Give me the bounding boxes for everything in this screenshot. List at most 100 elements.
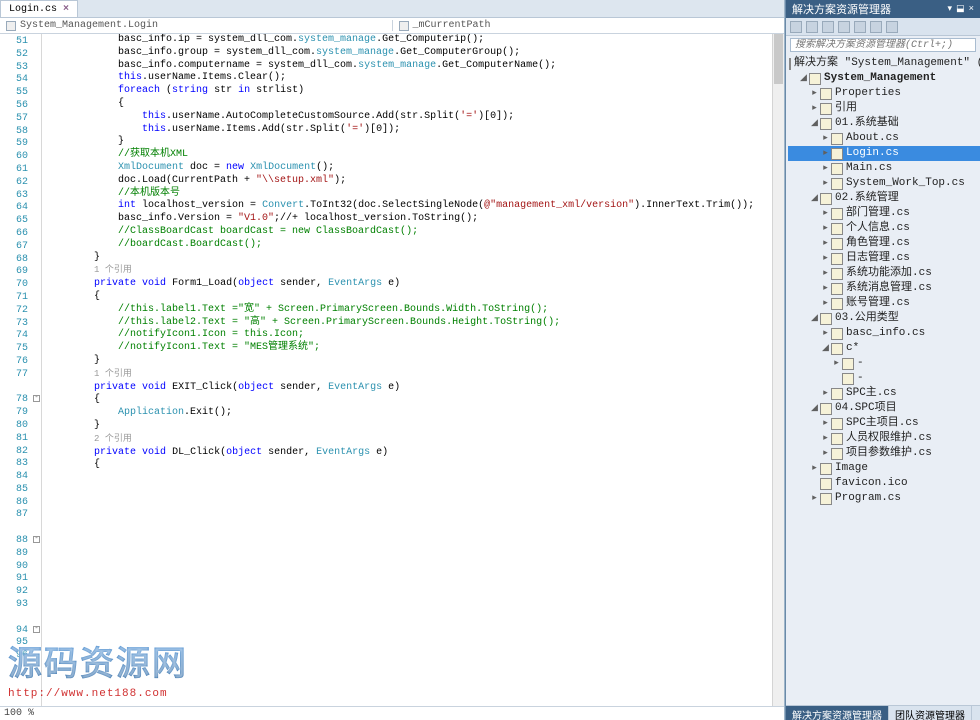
caret-icon[interactable]: ▸ [810, 491, 819, 506]
caret-icon[interactable]: ▸ [821, 281, 830, 296]
caret-icon[interactable]: ▸ [821, 131, 830, 146]
tree-node[interactable]: ▸ Image [788, 461, 980, 476]
tree-node[interactable]: ▸引用 [788, 101, 980, 116]
tree-node[interactable]: ▸ Properties [788, 86, 980, 101]
vertical-scrollbar[interactable] [772, 34, 784, 706]
form-icon [831, 208, 843, 220]
caret-icon[interactable]: ◢ [799, 71, 808, 86]
home-icon[interactable] [790, 21, 802, 33]
tree-node[interactable]: ◢System_Management [788, 71, 980, 86]
folder-open-icon [820, 403, 832, 415]
editor-statusbar: 100 % [0, 706, 784, 720]
nav-member-dropdown[interactable]: _mCurrentPath [393, 20, 785, 31]
tree-node[interactable]: ▸项目参数维护.cs [788, 446, 980, 461]
tree-node[interactable]: ▸日志管理.cs [788, 251, 980, 266]
tree-label: Main.cs [846, 161, 892, 176]
panel-pin-icon[interactable]: ⬓ [956, 4, 965, 14]
caret-icon[interactable]: ▸ [821, 206, 830, 221]
tree-label: Login.cs [846, 146, 899, 161]
tab-team-explorer[interactable]: 团队资源管理器 [889, 706, 972, 720]
caret-icon[interactable]: ▸ [810, 101, 819, 116]
form-icon [831, 148, 843, 160]
tree-node[interactable]: ▸角色管理.cs [788, 236, 980, 251]
line-number-gutter: 5152535455565758596061626364656667686970… [0, 34, 32, 706]
tree-node[interactable]: ◢04.SPC项目 [788, 401, 980, 416]
tree-node[interactable]: ▸Program.cs [788, 491, 980, 506]
tree-node[interactable]: ▸basc_info.cs [788, 326, 980, 341]
caret-icon[interactable]: ▸ [821, 416, 830, 431]
tree-label: System_Work_Top.cs [846, 176, 965, 191]
caret-icon[interactable]: ◢ [810, 401, 819, 416]
caret-icon[interactable]: ▸ [821, 446, 830, 461]
caret-icon[interactable]: ◢ [810, 311, 819, 326]
tree-node[interactable]: favicon.ico [788, 476, 980, 491]
caret-icon[interactable]: ▸ [821, 386, 830, 401]
nav-scope-dropdown[interactable]: System_Management.Login [0, 20, 393, 31]
tree-node[interactable]: ▸SPC主项目.cs [788, 416, 980, 431]
tree-node[interactable]: ▸部门管理.cs [788, 206, 980, 221]
preview-icon[interactable] [886, 21, 898, 33]
scrollbar-thumb[interactable] [774, 34, 783, 84]
form-icon [831, 268, 843, 280]
class-icon [6, 21, 16, 31]
tree-node[interactable]: ▸账号管理.cs [788, 296, 980, 311]
code-area[interactable]: basc_info.ip = system_dll_com.system_man… [42, 34, 772, 706]
search-input[interactable] [790, 38, 976, 52]
tab-solution-explorer[interactable]: 解决方案资源管理器 [786, 706, 889, 720]
tree-node[interactable]: ▸系统消息管理.cs [788, 281, 980, 296]
tree-node[interactable]: ▸人员权限维护.cs [788, 431, 980, 446]
caret-icon[interactable]: ▸ [821, 146, 830, 161]
code-editor[interactable]: 5152535455565758596061626364656667686970… [0, 34, 784, 706]
tree-label: Properties [835, 86, 901, 101]
caret-icon[interactable]: ▸ [821, 431, 830, 446]
tree-node[interactable]: ▸- [788, 356, 980, 371]
tree-node[interactable]: ◢02.系统管理 [788, 191, 980, 206]
caret-icon[interactable]: ▸ [810, 461, 819, 476]
form-icon [831, 253, 843, 265]
tree-node[interactable]: - [788, 371, 980, 386]
tree-node[interactable]: ▸个人信息.cs [788, 221, 980, 236]
caret-icon[interactable]: ▸ [821, 251, 830, 266]
form-icon [831, 298, 843, 310]
tree-node[interactable]: ▸ 系统功能添加.cs [788, 266, 980, 281]
caret-icon[interactable]: ▸ [821, 221, 830, 236]
tree-label: Image [835, 461, 868, 476]
panel-dropdown-icon[interactable]: ▾ [948, 4, 953, 14]
tree-node[interactable]: ▸ Main.cs [788, 161, 980, 176]
caret-icon[interactable]: ▸ [821, 236, 830, 251]
caret-icon[interactable]: ▸ [821, 296, 830, 311]
showall-icon[interactable] [854, 21, 866, 33]
caret-icon[interactable]: ▸ [821, 161, 830, 176]
fold-gutter[interactable]: --- [32, 34, 42, 706]
form-icon [831, 238, 843, 250]
tree-node[interactable]: ▸ Login.cs [788, 146, 980, 161]
tab-close-icon[interactable]: × [63, 4, 69, 15]
tab-login-cs[interactable]: Login.cs × [0, 0, 78, 17]
refresh-icon[interactable] [822, 21, 834, 33]
tree-node[interactable]: ◢c* [788, 341, 980, 356]
caret-icon[interactable]: ◢ [810, 116, 819, 131]
tree-node[interactable]: 解决方案 "System_Management" (1 个项目) [788, 56, 980, 71]
form-icon [831, 223, 843, 235]
tree-node[interactable]: ◢03.公用类型 [788, 311, 980, 326]
properties-icon[interactable] [870, 21, 882, 33]
panel-close-icon[interactable]: × [969, 4, 974, 14]
tree-node[interactable]: ▸About.cs [788, 131, 980, 146]
back-icon[interactable] [806, 21, 818, 33]
caret-icon[interactable]: ◢ [821, 341, 830, 356]
zoom-level[interactable]: 100 % [4, 708, 34, 719]
tree-node[interactable]: ◢01.系统基础 [788, 116, 980, 131]
tree-label: 系统功能添加.cs [846, 266, 932, 281]
caret-icon[interactable]: ▸ [821, 326, 830, 341]
form-icon [831, 418, 843, 430]
tree-node[interactable]: ▸SPC主.cs [788, 386, 980, 401]
caret-icon[interactable]: ▸ [821, 176, 830, 191]
solution-tree[interactable]: 解决方案 "System_Management" (1 个项目)◢System_… [786, 54, 980, 705]
panel-titlebar[interactable]: 解决方案资源管理器 ▾ ⬓ × [786, 0, 980, 18]
tree-node[interactable]: ▸ System_Work_Top.cs [788, 176, 980, 191]
caret-icon[interactable]: ◢ [810, 191, 819, 206]
caret-icon[interactable]: ▸ [821, 266, 830, 281]
sync-icon[interactable] [838, 21, 850, 33]
caret-icon[interactable]: ▸ [832, 356, 841, 371]
caret-icon[interactable]: ▸ [810, 86, 819, 101]
